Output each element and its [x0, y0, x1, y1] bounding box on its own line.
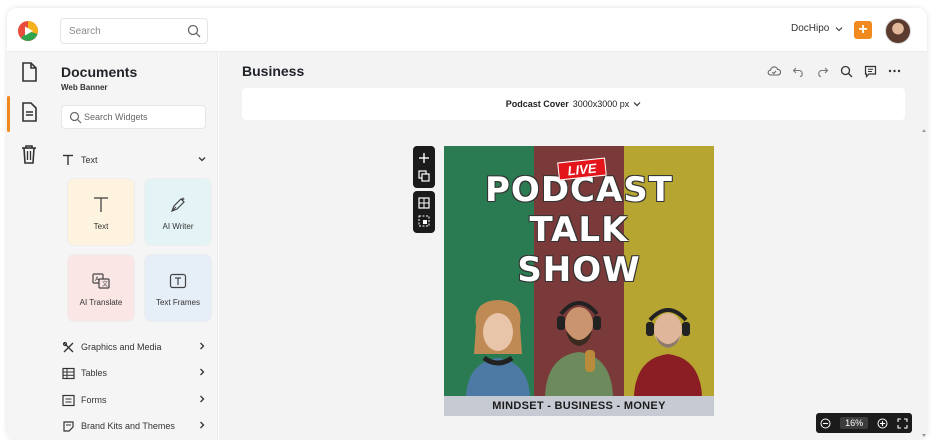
- pen-icon: [167, 194, 189, 216]
- zoom-out-icon[interactable]: [820, 418, 831, 429]
- tool-group-add: [413, 146, 435, 188]
- section-brand-kits[interactable]: Brand Kits and Themes: [61, 417, 211, 435]
- widgets-panel: Documents Web Banner Text Text: [50, 52, 218, 440]
- brand-kit-icon: [61, 419, 75, 433]
- chevron-down-icon: [835, 26, 843, 31]
- left-rail: [7, 52, 50, 440]
- duplicate-page-icon[interactable]: [413, 167, 435, 185]
- undo-icon[interactable]: [791, 64, 805, 78]
- zoom-control: 16%: [816, 413, 912, 433]
- dochipo-logo-icon[interactable]: [17, 20, 39, 42]
- editor-main: Business Podcast Cover 3000x3000 px PODC…: [219, 52, 927, 440]
- top-bar: DocHipo +: [7, 8, 927, 52]
- chevron-down-icon: [633, 102, 641, 107]
- document-icon: [21, 62, 37, 82]
- graphics-icon: [61, 340, 75, 354]
- form-icon: [61, 393, 75, 407]
- tile-text-frames[interactable]: Text Frames: [145, 255, 211, 321]
- section-label: Forms: [81, 395, 107, 405]
- footer-band[interactable]: MINDSET - BUSINESS - MONEY: [444, 396, 714, 416]
- create-button[interactable]: +: [854, 21, 872, 39]
- add-page-icon[interactable]: [413, 149, 435, 167]
- select-area-icon[interactable]: [413, 212, 435, 230]
- chevron-right-icon: [200, 342, 205, 350]
- rail-item-trash[interactable]: [7, 136, 50, 172]
- redo-icon[interactable]: [815, 64, 829, 78]
- panel-subtitle: Web Banner: [61, 83, 108, 92]
- widget-search[interactable]: [61, 105, 206, 129]
- section-graphics-media[interactable]: Graphics and Media: [61, 338, 211, 356]
- text-icon: [61, 153, 75, 167]
- tile-label: AI Translate: [79, 297, 123, 307]
- headline-line-3[interactable]: SHOW: [444, 250, 714, 290]
- tile-label: AI Writer: [162, 221, 194, 231]
- avatar[interactable]: [885, 18, 911, 44]
- section-forms[interactable]: Forms: [61, 391, 211, 409]
- panel-title: Documents: [61, 64, 138, 80]
- format-selector[interactable]: Podcast Cover 3000x3000 px: [242, 88, 905, 120]
- svg-text:文: 文: [102, 280, 108, 288]
- translate-icon: A文: [90, 270, 112, 292]
- tile-text[interactable]: Text: [68, 179, 134, 245]
- headline-line-2[interactable]: TALK: [444, 210, 714, 250]
- format-size: 3000x3000 px: [572, 99, 630, 109]
- zoom-value[interactable]: 16%: [840, 417, 869, 429]
- canvas-side-tools: [413, 146, 435, 236]
- text-frame-icon: [167, 270, 189, 292]
- more-options-icon[interactable]: [887, 64, 901, 78]
- search-icon[interactable]: [839, 64, 853, 78]
- chevron-right-icon: [200, 368, 205, 376]
- tool-group-layout: [413, 191, 435, 233]
- tile-ai-translate[interactable]: A文 AI Translate: [68, 255, 134, 321]
- tile-label: Text Frames: [155, 297, 200, 307]
- search-icon[interactable]: [187, 24, 201, 38]
- trash-icon: [21, 145, 36, 164]
- global-search-input[interactable]: [61, 19, 181, 43]
- app-window: DocHipo +: [7, 8, 927, 440]
- host-photo-right[interactable]: [630, 296, 706, 396]
- zoom-in-icon[interactable]: [877, 418, 888, 429]
- table-icon: [61, 366, 75, 380]
- fullscreen-icon[interactable]: [897, 417, 908, 429]
- tile-ai-writer[interactable]: AI Writer: [145, 179, 211, 245]
- section-label: Brand Kits and Themes: [81, 421, 175, 431]
- editor-toolbar: [767, 64, 901, 78]
- section-tables[interactable]: Tables: [61, 364, 211, 382]
- document-title[interactable]: Business: [242, 63, 304, 79]
- tile-label: Text: [93, 221, 109, 231]
- section-label: Tables: [81, 368, 108, 378]
- rail-item-documents[interactable]: [7, 54, 50, 90]
- account-menu[interactable]: DocHipo: [791, 23, 843, 34]
- cloud-save-icon[interactable]: [767, 64, 781, 78]
- chevron-right-icon: [200, 395, 205, 403]
- format-name: Podcast Cover: [505, 99, 569, 109]
- account-name: DocHipo: [791, 23, 830, 34]
- widget-search-input[interactable]: [84, 106, 202, 128]
- text-icon: [90, 194, 112, 216]
- vertical-scrollbar[interactable]: [921, 128, 927, 438]
- section-text-label: Text: [81, 155, 98, 165]
- section-label: Graphics and Media: [81, 342, 162, 352]
- rail-item-pages[interactable]: [7, 94, 50, 132]
- host-photo-center[interactable]: [543, 292, 615, 396]
- design-canvas[interactable]: PODCAST TALK SHOW LIVE MINDSET - BUSINES…: [444, 146, 714, 416]
- page-icon: [21, 102, 37, 122]
- chevron-right-icon: [200, 421, 205, 429]
- section-text[interactable]: Text: [61, 151, 211, 169]
- search-icon: [69, 111, 82, 124]
- chevron-down-icon: [198, 157, 206, 162]
- host-photo-left[interactable]: [462, 296, 534, 396]
- global-search[interactable]: [60, 18, 208, 44]
- grid-icon[interactable]: [413, 194, 435, 212]
- comment-icon[interactable]: [863, 64, 877, 78]
